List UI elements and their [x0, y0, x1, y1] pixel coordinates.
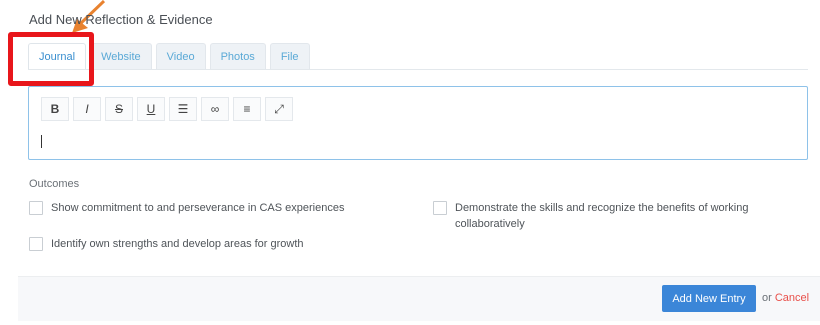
fullscreen-icon[interactable]: ⤢ — [265, 97, 293, 121]
checkbox[interactable] — [433, 201, 447, 215]
align-icon[interactable]: ≡ — [233, 97, 261, 121]
tab-file[interactable]: File — [269, 43, 310, 69]
tab-video[interactable]: Video — [155, 43, 206, 69]
panel-title: Add New Reflection & Evidence — [29, 12, 213, 27]
outcome-label: Show commitment to and perseverance in C… — [51, 202, 345, 214]
outcome-checkbox-1[interactable]: Show commitment to and perseverance in C… — [29, 200, 344, 216]
outcome-checkbox-2[interactable]: Demonstrate the skills and recognize the… — [433, 200, 773, 232]
link-icon[interactable]: ∞ — [201, 97, 229, 121]
outcome-label: Identify own strengths and develop areas… — [51, 238, 304, 250]
checkbox[interactable] — [29, 201, 43, 215]
tab-photos[interactable]: Photos — [209, 43, 266, 69]
bullet-list-icon[interactable]: ☰ — [169, 97, 197, 121]
checkbox[interactable] — [29, 237, 43, 251]
outcome-checkbox-3[interactable]: Identify own strengths and develop areas… — [29, 236, 304, 252]
add-new-entry-button[interactable]: Add New Entry — [662, 285, 756, 312]
editor-toolbar: B I S U ☰ ∞ ≡ ⤢ — [41, 97, 297, 121]
tab-divider — [28, 69, 808, 70]
outcome-label: Demonstrate the skills and recognize the… — [455, 202, 749, 230]
underline-icon[interactable]: U — [137, 97, 165, 121]
cancel-link[interactable]: Cancel — [775, 292, 809, 304]
outcomes-label: Outcomes — [29, 178, 80, 190]
text-caret — [41, 135, 42, 148]
journal-editor[interactable]: B I S U ☰ ∞ ≡ ⤢ — [28, 86, 808, 160]
bold-icon[interactable]: B — [41, 97, 69, 121]
strikethrough-icon[interactable]: S — [105, 97, 133, 121]
or-cancel: or Cancel — [762, 292, 809, 304]
italic-icon[interactable]: I — [73, 97, 101, 121]
annotation-highlight-box — [8, 32, 94, 86]
tab-website[interactable]: Website — [90, 43, 152, 69]
or-text: or — [762, 292, 772, 304]
